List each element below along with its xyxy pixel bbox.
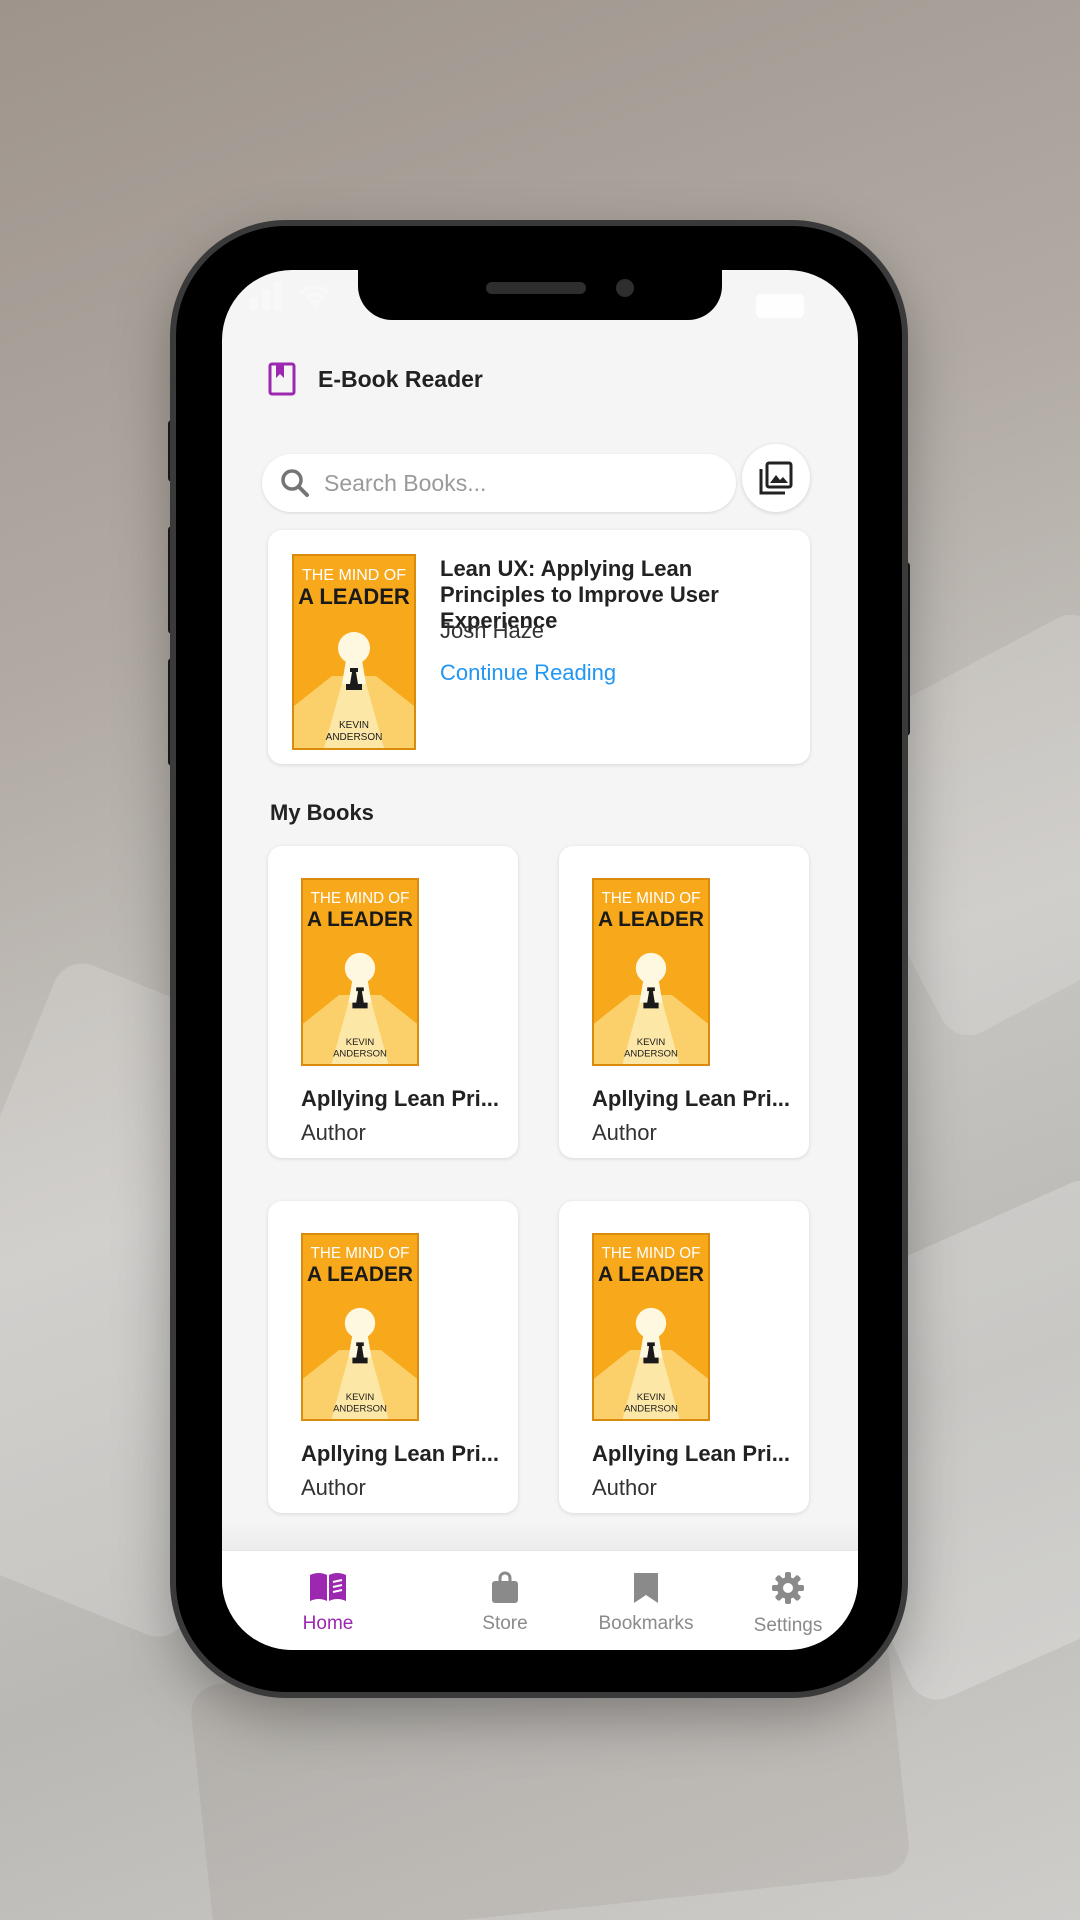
book-cover: THE MIND OF A LEADER KEVIN ANDERSON — [301, 878, 419, 1066]
book-card[interactable]: THE MIND OF A LEADER KEVIN ANDERSON Apll… — [268, 1201, 518, 1513]
scroll-fade — [222, 1520, 858, 1550]
continue-book-author: Josh Haze — [440, 618, 544, 643]
svg-text:A LEADER: A LEADER — [598, 908, 704, 931]
svg-text:THE MIND OF: THE MIND OF — [311, 890, 410, 907]
bottom-navigation: Home Store Bookmarks Settings — [222, 1550, 858, 1650]
search-icon — [280, 468, 310, 498]
svg-text:KEVIN: KEVIN — [637, 1392, 666, 1403]
front-camera — [616, 279, 634, 297]
phone-screen: E-Book Reader THE MIND OF — [222, 270, 858, 1650]
book-card[interactable]: THE MIND OF A LEADER KEVIN ANDERSON Apll… — [559, 1201, 809, 1513]
nav-label-settings: Settings — [753, 1615, 823, 1636]
nav-label-home: Home — [302, 1613, 354, 1634]
notch — [358, 270, 722, 320]
continue-reading-card[interactable]: THE MIND OF A LEADER KEVIN ANDERSON Lean… — [268, 530, 810, 764]
continue-reading-link[interactable]: Continue Reading — [440, 660, 616, 686]
gallery-button[interactable] — [742, 444, 810, 512]
svg-text:ANDERSON: ANDERSON — [333, 1048, 387, 1059]
svg-text:ANDERSON: ANDERSON — [624, 1048, 678, 1059]
book-card[interactable]: THE MIND OF A LEADER KEVIN ANDERSON Apll… — [268, 846, 518, 1158]
svg-text:A LEADER: A LEADER — [307, 1263, 413, 1286]
signal-icon — [250, 282, 282, 310]
nav-label-store: Store — [482, 1613, 528, 1634]
search-input[interactable] — [322, 468, 706, 498]
battery-icon — [756, 294, 804, 318]
svg-text:KEVIN: KEVIN — [346, 1392, 375, 1403]
svg-text:KEVIN: KEVIN — [637, 1037, 666, 1048]
nav-item-store[interactable]: Store — [435, 1571, 575, 1635]
book-author: Author — [592, 1475, 657, 1500]
nav-item-bookmarks[interactable]: Bookmarks — [576, 1571, 716, 1635]
svg-text:ANDERSON: ANDERSON — [624, 1403, 678, 1414]
svg-text:THE MIND OF: THE MIND OF — [602, 890, 701, 907]
book-cover: THE MIND OF A LEADER KEVIN ANDERSON — [592, 878, 710, 1066]
svg-text:KEVIN: KEVIN — [346, 1037, 375, 1048]
book-title: Apllying Lean Pri... — [301, 1086, 500, 1111]
bookmark-book-icon — [268, 362, 296, 396]
svg-text:THE MIND OF: THE MIND OF — [311, 1245, 410, 1262]
svg-text:ANDERSON: ANDERSON — [326, 732, 383, 743]
book-cover: THE MIND OF A LEADER KEVIN ANDERSON — [292, 554, 416, 750]
svg-text:A LEADER: A LEADER — [307, 908, 413, 931]
book-title: Apllying Lean Pri... — [301, 1441, 500, 1466]
search-bar[interactable] — [262, 454, 736, 512]
speaker — [486, 282, 586, 294]
book-cover: THE MIND OF A LEADER KEVIN ANDERSON — [301, 1233, 419, 1421]
svg-text:A LEADER: A LEADER — [298, 584, 410, 609]
bookmark-icon — [634, 1573, 658, 1603]
nav-label-bookmarks: Bookmarks — [598, 1613, 694, 1634]
shopping-bag-icon — [492, 1571, 518, 1603]
app-header: E-Book Reader — [268, 362, 483, 396]
open-book-icon — [310, 1573, 346, 1601]
status-bar — [250, 282, 334, 310]
wifi-icon — [299, 285, 331, 308]
book-author: Author — [301, 1120, 366, 1145]
my-books-heading: My Books — [270, 800, 374, 825]
nav-item-settings[interactable]: Settings — [718, 1571, 858, 1637]
app-title: E-Book Reader — [318, 365, 483, 392]
book-title: Apllying Lean Pri... — [592, 1086, 791, 1111]
svg-text:A LEADER: A LEADER — [598, 1263, 704, 1286]
svg-text:KEVIN: KEVIN — [339, 720, 369, 731]
book-author: Author — [592, 1120, 657, 1145]
svg-text:THE MIND OF: THE MIND OF — [302, 567, 406, 584]
svg-text:THE MIND OF: THE MIND OF — [602, 1245, 701, 1262]
book-card[interactable]: THE MIND OF A LEADER KEVIN ANDERSON Apll… — [559, 846, 809, 1158]
image-gallery-icon — [759, 461, 793, 495]
nav-item-home[interactable]: Home — [258, 1571, 398, 1635]
svg-text:ANDERSON: ANDERSON — [333, 1403, 387, 1414]
book-title: Apllying Lean Pri... — [592, 1441, 791, 1466]
gear-icon — [772, 1572, 804, 1604]
book-author: Author — [301, 1475, 366, 1500]
book-cover: THE MIND OF A LEADER KEVIN ANDERSON — [592, 1233, 710, 1421]
